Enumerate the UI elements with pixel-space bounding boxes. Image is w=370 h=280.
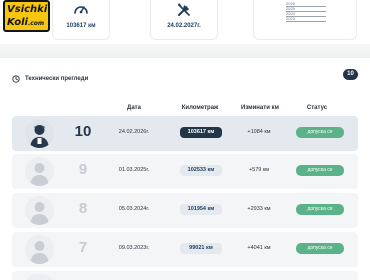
logo-suffix: .com xyxy=(27,20,45,27)
divider xyxy=(0,44,370,58)
inspector-avatar xyxy=(25,196,54,225)
mileage-diff: +579 км xyxy=(248,167,270,173)
inspection-date: 09.03.2023г. xyxy=(118,245,150,251)
inspection-date: 01.03.2025г. xyxy=(118,167,150,173)
table-row[interactable]: 7 09.03.2023г. 99021 км +4041 км допуска… xyxy=(12,232,358,267)
history-clock-icon xyxy=(12,70,20,88)
inspector-avatar xyxy=(25,235,54,264)
table-row[interactable]: 9 01.03.2025г. 102533 км +579 км допуска… xyxy=(12,154,358,189)
col-header-diff: Изминати км xyxy=(241,105,279,111)
logo-line-1: Vsichki xyxy=(7,4,48,15)
logo-line-2: Koli.com xyxy=(7,17,44,29)
inspection-number: 10 xyxy=(74,123,92,140)
mileage-value: 103617 км xyxy=(66,23,96,29)
inspection-number: 7 xyxy=(78,239,88,256)
next-inspection-card: 24.02.2027г. xyxy=(150,0,218,40)
next-inspection-value: 24.02.2027г. xyxy=(167,23,201,29)
table-row[interactable] xyxy=(12,271,358,280)
inspections-count-badge: 10 xyxy=(343,69,358,80)
table-row[interactable]: 8 05.03.2024г. 101954 км +2933 км допуск… xyxy=(12,193,358,228)
col-header-date: Дата xyxy=(127,105,141,111)
section-title: Технически прегледи xyxy=(25,76,89,82)
mileage-badge: 103617 км xyxy=(180,127,222,138)
status-badge: допуска се xyxy=(296,243,344,254)
inspection-date: 24.02.2026г. xyxy=(118,129,150,135)
inspections-section: Технически прегледи 10 Дата Километраж И… xyxy=(0,58,370,280)
mileage-badge: 99021 км xyxy=(180,243,222,254)
mileage-diff: +4041 км xyxy=(247,245,271,251)
gauge-icon xyxy=(73,2,89,21)
logo-name: Koli xyxy=(7,17,28,28)
site-logo[interactable]: Vsichki Koli.com xyxy=(3,0,50,32)
mileage-badge: 101954 км xyxy=(180,204,222,215)
mileage-diff: +2933 км xyxy=(247,206,271,212)
list-chart-icon: 2026 2025 2024 2023 xyxy=(286,2,326,22)
status-badge: допуска се xyxy=(296,204,344,215)
inspector-avatar xyxy=(25,274,54,280)
col-header-status: Статус xyxy=(306,105,328,111)
col-header-mileage: Километраж xyxy=(181,105,219,111)
table-row[interactable]: 10 24.02.2026г. 103617 км +1084 км допус… xyxy=(12,116,358,151)
section-header: Технически прегледи xyxy=(12,70,88,88)
status-badge: допуска се xyxy=(296,165,344,176)
mileage-badge: 102533 км xyxy=(180,165,222,176)
inspector-avatar xyxy=(25,119,54,148)
wrench-icon xyxy=(176,2,192,23)
history-card: 2026 2025 2024 2023 xyxy=(253,0,357,40)
inspection-date: 05.03.2024г. xyxy=(118,206,150,212)
inspection-number: 9 xyxy=(78,161,88,178)
mileage-diff: +1084 км xyxy=(247,129,271,135)
status-badge: допуска се xyxy=(296,127,344,138)
mileage-card: 103617 км xyxy=(52,0,110,40)
inspector-avatar xyxy=(25,157,54,186)
history-year: 2023 xyxy=(286,17,326,22)
inspection-number: 8 xyxy=(78,200,88,217)
